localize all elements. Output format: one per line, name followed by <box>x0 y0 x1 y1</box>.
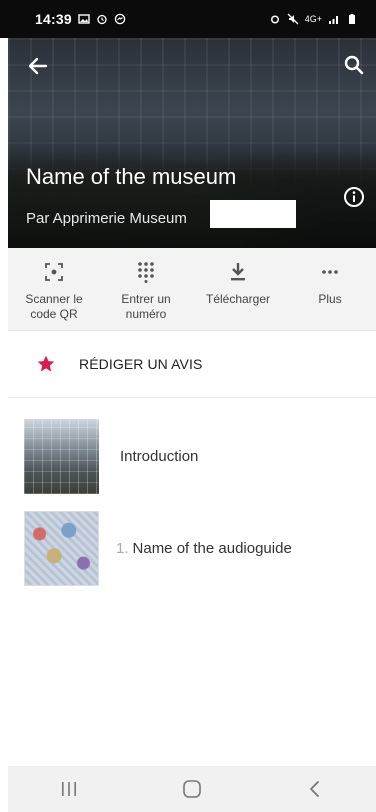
gallery-notification-icon <box>78 14 90 24</box>
dialpad-icon <box>138 262 154 283</box>
museum-hero-image: Name of the museum Par Apprimerie Museum <box>8 38 376 248</box>
more-button[interactable]: Plus <box>284 248 376 330</box>
status-time: 14:39 <box>35 11 72 27</box>
write-review-label: RÉDIGER UN AVIS <box>79 356 203 372</box>
home-icon <box>183 780 201 798</box>
back-button[interactable] <box>295 773 335 805</box>
redacted-area <box>210 200 296 228</box>
alarm-icon <box>270 15 279 24</box>
battery-icon <box>349 14 355 24</box>
back-arrow-icon[interactable] <box>26 54 50 78</box>
enter-number-label: Entrer un numéro <box>121 292 171 321</box>
list-item-text: Introduction <box>120 447 199 465</box>
enter-number-button[interactable]: Entrer un numéro <box>100 248 192 330</box>
recent-apps-button[interactable] <box>49 773 89 805</box>
status-bar: 14:39 4G+ <box>0 0 376 38</box>
qr-scan-icon <box>45 263 63 281</box>
mute-icon <box>287 13 299 25</box>
write-review-button[interactable]: RÉDIGER UN AVIS <box>8 331 376 398</box>
museum-publisher: Par Apprimerie Museum <box>26 210 187 227</box>
search-icon[interactable] <box>342 53 366 77</box>
museum-title: Name of the museum <box>26 164 237 189</box>
more-label: Plus <box>318 292 342 306</box>
signal-icon <box>329 16 338 24</box>
chevron-left-icon <box>309 781 319 797</box>
more-icon <box>322 270 338 274</box>
list-item-text: Name of the audioguide <box>132 539 292 557</box>
list-item-title: 1. Name of the audioguide <box>116 540 292 557</box>
info-icon[interactable] <box>342 185 366 209</box>
action-bar: Scanner le code QR Entrer un numéro Télé… <box>8 248 376 331</box>
alarm-notification-icon <box>97 14 107 25</box>
download-button[interactable]: Télécharger <box>192 248 284 330</box>
download-icon <box>231 263 245 281</box>
scan-qr-label: Scanner le code QR <box>25 292 83 321</box>
recent-apps-icon <box>62 782 77 796</box>
introduction-thumbnail <box>24 418 99 494</box>
list-item-number: 1. <box>116 539 129 557</box>
scan-qr-button[interactable]: Scanner le code QR <box>8 248 100 330</box>
download-label: Télécharger <box>205 292 271 306</box>
messenger-notification-icon <box>114 13 126 25</box>
star-icon <box>37 355 55 372</box>
list-item-audioguide[interactable]: 1. Name of the audioguide <box>8 502 376 594</box>
list-item-title: Introduction <box>116 448 198 465</box>
list-item-introduction[interactable]: Introduction <box>8 410 376 502</box>
network-type: 4G+ <box>304 14 322 24</box>
home-button[interactable] <box>172 773 212 805</box>
audioguide-thumbnail <box>24 510 99 586</box>
audioguide-list: Introduction 1. Name of the audioguide <box>8 410 376 594</box>
system-navigation-bar <box>8 766 376 812</box>
status-bar-right: 4G+ <box>269 13 358 25</box>
status-bar-left: 14:39 <box>35 11 126 27</box>
